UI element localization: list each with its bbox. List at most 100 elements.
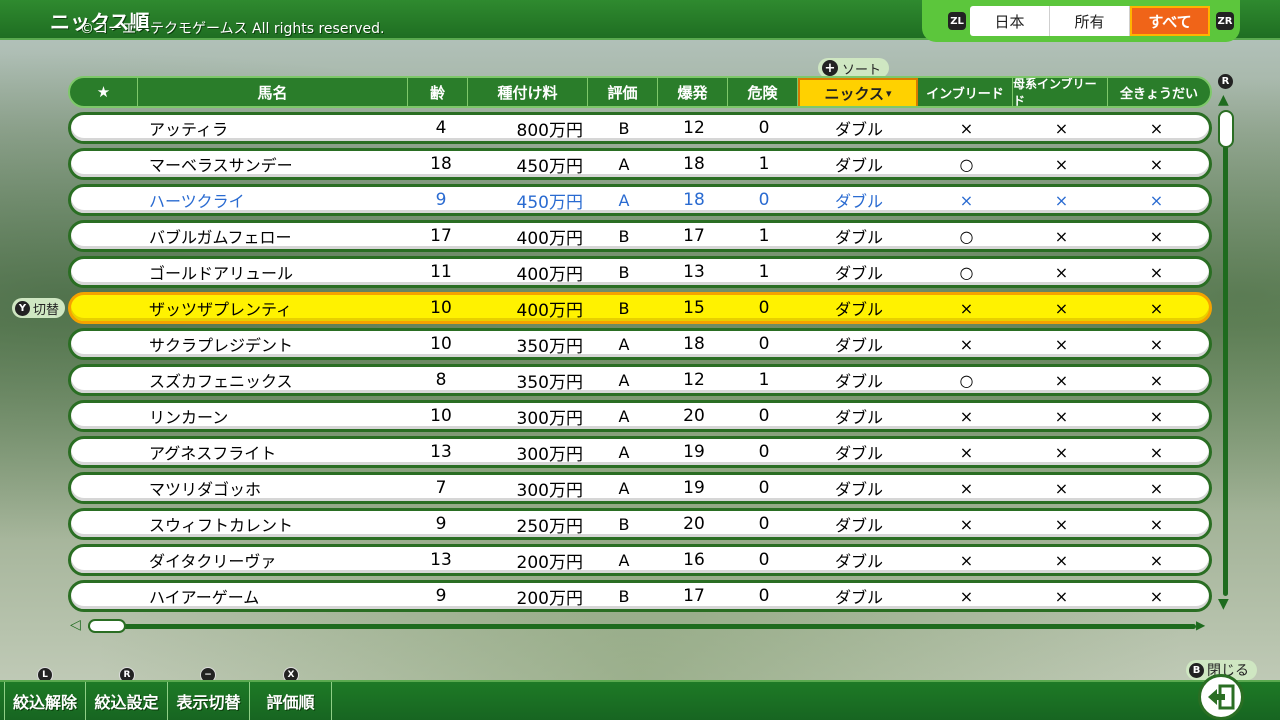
full-sibling-mark: × [1149,514,1164,534]
horse-name: ダイタクリーヴァ [149,552,277,571]
horse-age: 11 [430,262,452,282]
col-risk[interactable]: 危険 [728,78,798,106]
full-sibling-mark: × [1149,154,1164,174]
full-sibling-mark: × [1149,370,1164,390]
col-burst[interactable]: 爆発 [658,78,728,106]
exit-icon [1208,684,1235,710]
burst-value: 12 [683,370,705,390]
table-row[interactable]: アッティラ 4 800万円 B 12 0 ダブル × × × [68,112,1212,144]
bottom-bar: 絞込解除 絞込設定 表示切替 評価順 [0,680,1280,720]
stud-fee: 400万円 [516,264,583,285]
burst-value: 12 [683,118,705,138]
inbreed-mark: ○ [959,262,974,282]
evaluation: B [618,514,630,534]
dam-inbreed-mark: × [1054,298,1069,318]
scroll-down-arrow[interactable]: ▼ [1218,596,1229,612]
burst-value: 18 [683,190,705,210]
inbreed-mark: ○ [959,226,974,246]
nicks-value: ダブル [834,552,883,571]
dam-inbreed-mark: × [1054,154,1069,174]
table-row[interactable]: スズカフェニックス 8 350万円 A 12 1 ダブル ○ × × [68,364,1212,396]
sort-label: ソート [842,62,882,78]
display-toggle-button[interactable]: 表示切替 [168,682,250,720]
full-sibling-mark: × [1149,586,1164,606]
horizontal-scrollbar[interactable] [88,624,1196,629]
sort-descending-icon: ▾ [886,86,892,100]
horse-name: ハーツクライ [149,192,245,211]
col-nicks[interactable]: ニックス ▾ [798,78,918,106]
table-row[interactable]: ザッツザプレンティ 10 400万円 B 15 0 ダブル × × × [68,292,1212,324]
zr-button-icon[interactable]: ZR [1216,12,1234,30]
zl-button-icon[interactable]: ZL [948,12,966,30]
table-row[interactable]: アグネスフライト 13 300万円 A 19 0 ダブル × × × [68,436,1212,468]
b-button-icon: B [1189,662,1204,678]
eval-sort-button[interactable]: 評価順 [250,682,332,720]
table-row[interactable]: ゴールドアリュール 11 400万円 B 13 1 ダブル ○ × × [68,256,1212,288]
stud-fee: 250万円 [516,516,583,537]
horizontal-scroll-thumb[interactable] [88,619,126,633]
horse-age: 8 [435,370,447,390]
toggle-hint[interactable]: Y 切替 [12,298,66,318]
stud-fee: 800万円 [516,120,583,141]
burst-value: 19 [683,442,705,462]
col-age[interactable]: 齢 [408,78,468,106]
full-sibling-mark: × [1149,442,1164,462]
vertical-scrollbar[interactable] [1223,112,1228,596]
toggle-label: 切替 [33,302,60,318]
full-sibling-mark: × [1149,334,1164,354]
horse-age: 10 [430,406,452,426]
table-row[interactable]: ダイタクリーヴァ 13 200万円 A 16 0 ダブル × × × [68,544,1212,576]
col-eval[interactable]: 評価 [588,78,658,106]
filter-settings-button[interactable]: 絞込設定 [86,682,168,720]
table-row[interactable]: ハーツクライ 9 450万円 A 18 0 ダブル × × × [68,184,1212,216]
col-star[interactable]: ★ [70,78,138,106]
dam-inbreed-mark: × [1054,334,1069,354]
filter-owned[interactable]: 所有 [1050,6,1130,36]
clear-filter-button[interactable]: 絞込解除 [4,682,86,720]
scroll-left-arrow[interactable]: ◁ [70,617,81,633]
table-row[interactable]: ハイアーゲーム 9 200万円 B 17 0 ダブル × × × [68,580,1212,612]
inbreed-mark: × [959,442,974,462]
table-row[interactable]: サクラプレジデント 10 350万円 A 18 0 ダブル × × × [68,328,1212,360]
risk-value: 0 [758,478,770,498]
horse-age: 4 [435,118,447,138]
scroll-right-arrow[interactable]: ▶ [1196,618,1205,632]
burst-value: 20 [683,514,705,534]
risk-value: 0 [758,298,770,318]
full-sibling-mark: × [1149,478,1164,498]
exit-button[interactable] [1198,674,1244,720]
col-inbreed[interactable]: インブリード [918,78,1013,106]
table-row[interactable]: スウィフトカレント 9 250万円 B 20 0 ダブル × × × [68,508,1212,540]
nicks-value: ダブル [834,516,883,535]
sort-hint[interactable]: + ソート [818,58,890,78]
stud-fee: 450万円 [516,192,583,213]
dam-inbreed-mark: × [1054,262,1069,282]
col-full-siblings[interactable]: 全きょうだい [1108,78,1210,106]
filter-all[interactable]: すべて [1130,6,1210,36]
table-row[interactable]: バブルガムフェロー 17 400万円 B 17 1 ダブル ○ × × [68,220,1212,252]
stud-fee: 450万円 [516,156,583,177]
dam-inbreed-mark: × [1054,442,1069,462]
nicks-value: ダブル [834,372,883,391]
stud-fee: 400万円 [516,228,583,249]
evaluation: B [618,586,630,606]
risk-value: 0 [758,550,770,570]
table-row[interactable]: マツリダゴッホ 7 300万円 A 19 0 ダブル × × × [68,472,1212,504]
filter-japan[interactable]: 日本 [970,6,1050,36]
table-row[interactable]: マーベラスサンデー 18 450万円 A 18 1 ダブル ○ × × [68,148,1212,180]
copyright-text: ©コーエーテクモゲームス All rights reserved. [80,21,385,37]
col-fee[interactable]: 種付け料 [468,78,588,106]
stud-fee: 400万円 [516,300,583,321]
table-row[interactable]: リンカーン 10 300万円 A 20 0 ダブル × × × [68,400,1212,432]
vertical-scroll-thumb[interactable] [1218,110,1234,148]
nicks-value: ダブル [834,444,883,463]
nicks-value: ダブル [834,156,883,175]
horse-name: スズカフェニックス [149,372,293,391]
scroll-up-arrow[interactable]: ▲ [1218,92,1229,108]
col-dam-inbreed[interactable]: 母系インブリード [1013,78,1108,106]
inbreed-mark: × [959,514,974,534]
dam-inbreed-mark: × [1054,370,1069,390]
col-name[interactable]: 馬名 [138,78,408,106]
horse-age: 18 [430,154,452,174]
horse-name: アッティラ [149,120,229,139]
